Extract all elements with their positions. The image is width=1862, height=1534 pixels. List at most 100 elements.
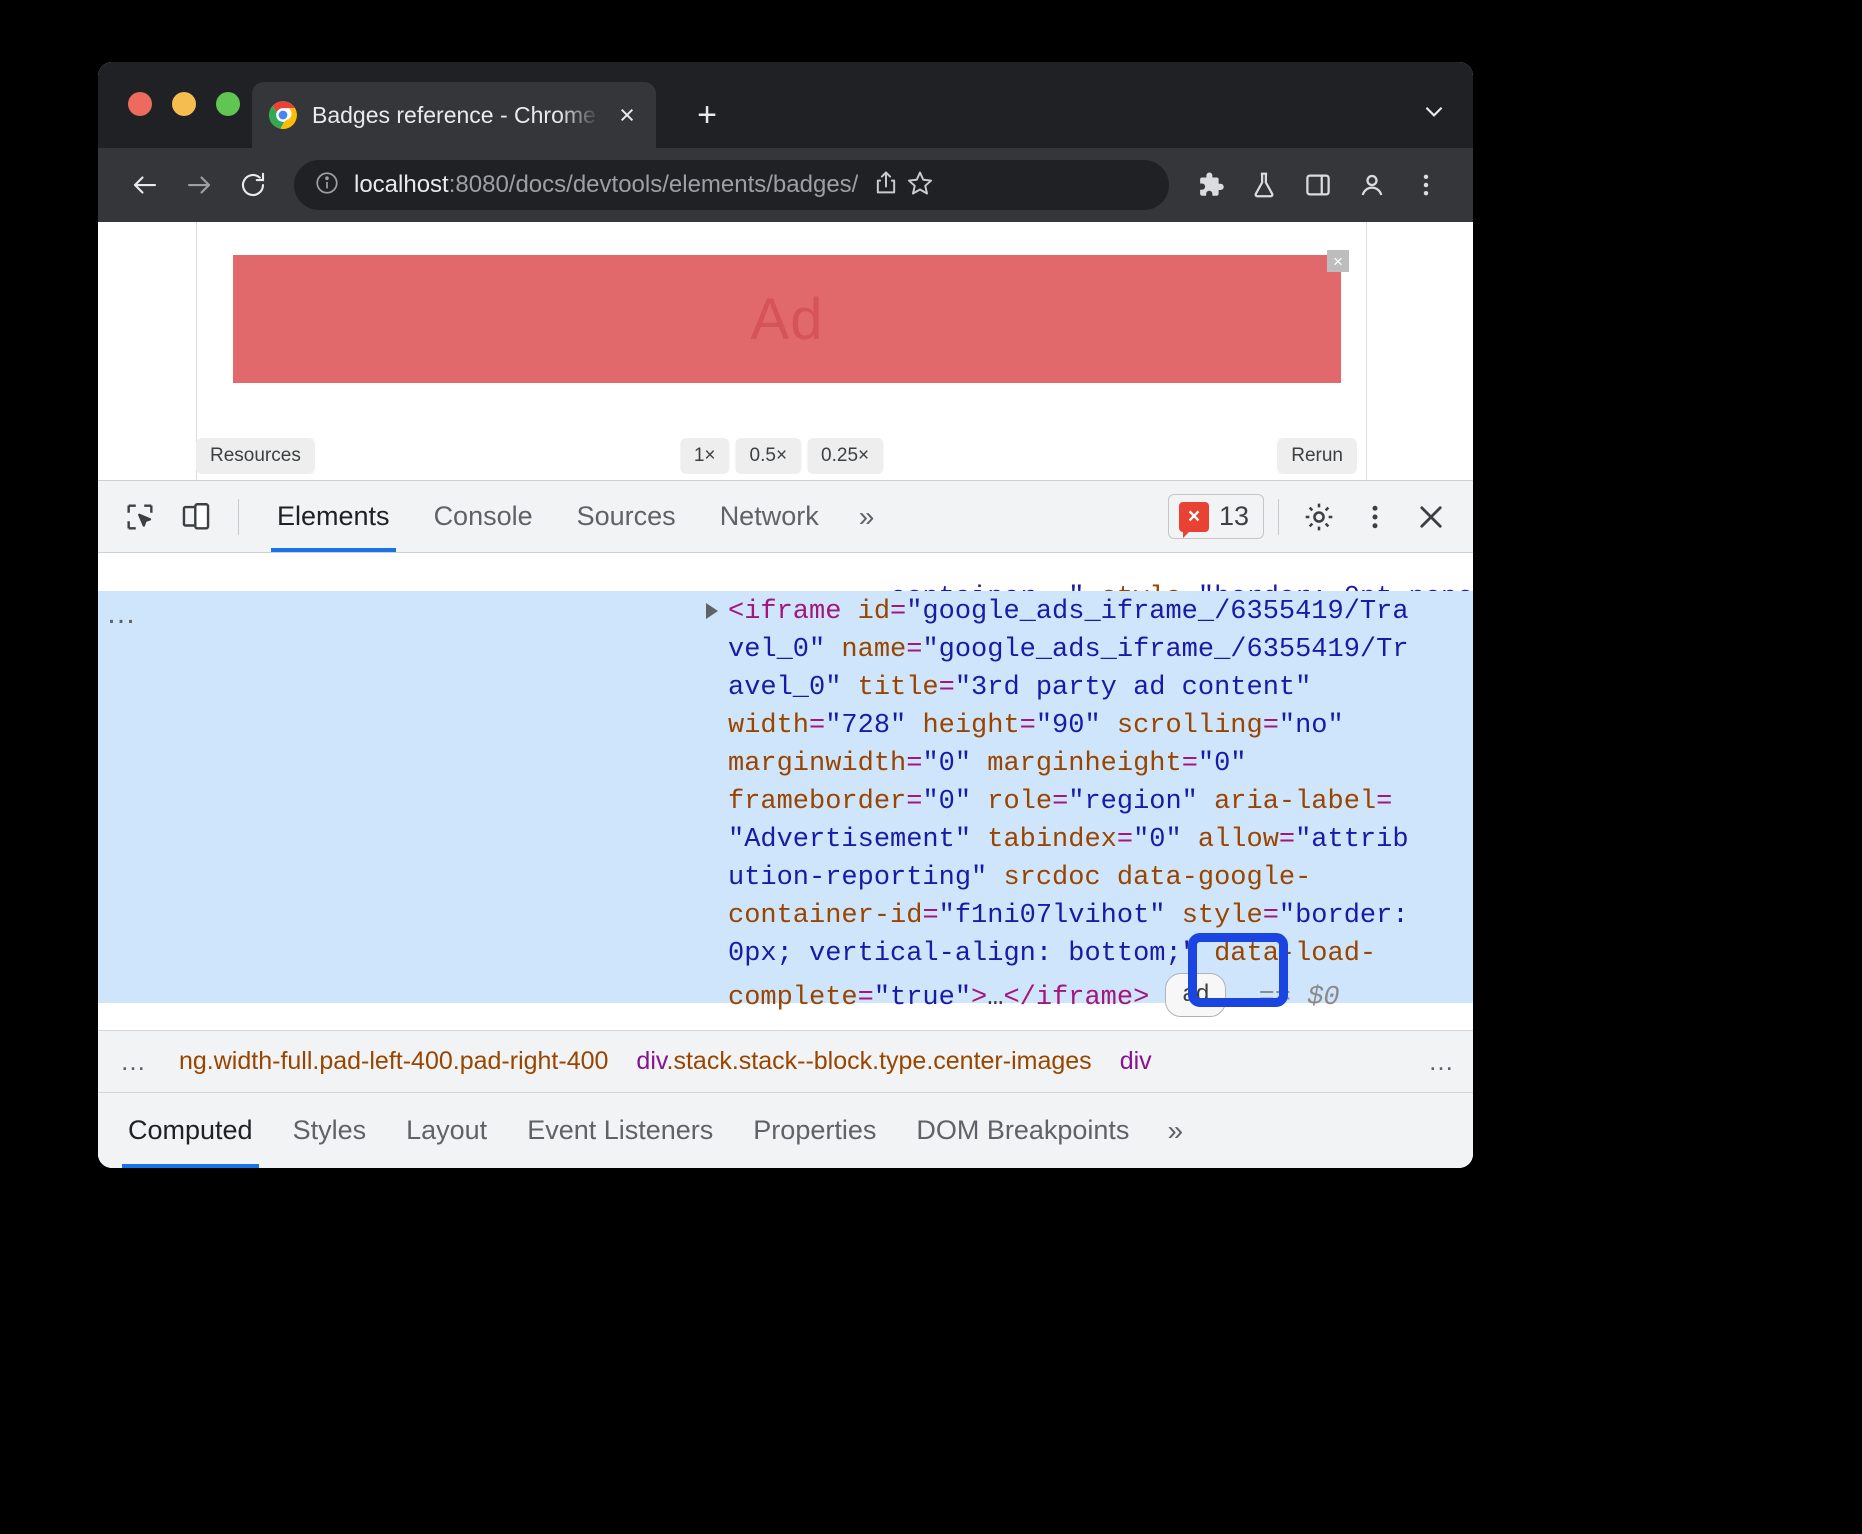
browser-tab[interactable]: Badges reference - Chrome De × xyxy=(252,82,656,148)
toolbar-divider xyxy=(238,499,239,535)
share-icon[interactable] xyxy=(872,169,900,202)
dom-code-line: ution-reporting" srcdoc data-google- xyxy=(728,859,1409,897)
side-panel-icon[interactable] xyxy=(1295,162,1341,208)
new-tab-button[interactable]: + xyxy=(690,98,724,132)
dom-code-line: vel_0" name="google_ads_iframe_/6355419/… xyxy=(728,631,1409,669)
tab-sources[interactable]: Sources xyxy=(555,481,698,552)
dom-code-line: width="728" height="90" scrolling="no" xyxy=(728,707,1409,745)
zoom-1x-button[interactable]: 1× xyxy=(680,438,730,474)
devtools-toolbar-right: × 13 xyxy=(1168,491,1457,543)
error-count-badge[interactable]: × 13 xyxy=(1168,494,1264,539)
error-icon: × xyxy=(1179,502,1209,532)
ad-banner[interactable]: Ad × xyxy=(233,255,1341,383)
browser-window: Badges reference - Chrome De × + xyxy=(98,62,1473,1168)
dom-code-line: avel_0" title="3rd party ad content" xyxy=(728,669,1409,707)
window-controls xyxy=(128,92,240,116)
breadcrumb: … ng.width-full.pad-left-400.pad-right-4… xyxy=(98,1030,1473,1092)
tab-computed[interactable]: Computed xyxy=(108,1093,273,1168)
device-toolbar-icon[interactable] xyxy=(170,491,222,543)
expand-triangle-icon[interactable] xyxy=(706,603,718,619)
breadcrumb-tag-2: div xyxy=(1120,1047,1152,1075)
ad-badge[interactable]: ad xyxy=(1165,973,1226,1017)
ad-preview-controls: Resources 1× 0.5× 0.25× Rerun xyxy=(196,432,1367,480)
page-viewport: Ad × Resources 1× 0.5× 0.25× Rerun xyxy=(98,222,1473,480)
dom-node-markup: <iframe id="google_ads_iframe_/6355419/T… xyxy=(728,593,1409,1017)
chevron-down-icon[interactable] xyxy=(1421,98,1447,124)
reload-icon[interactable] xyxy=(230,162,276,208)
close-ad-button[interactable]: × xyxy=(1327,250,1349,272)
tab-console[interactable]: Console xyxy=(412,481,555,552)
info-circle-icon[interactable] xyxy=(314,170,340,201)
dom-closing-tag[interactable]: </div> xyxy=(728,1005,955,1030)
url-text: localhost:8080/docs/devtools/elements/ba… xyxy=(354,171,858,199)
dom-code-line: marginwidth="0" marginheight="0" xyxy=(728,745,1409,783)
dom-code-line: frameborder="0" role="region" aria-label… xyxy=(728,783,1409,821)
selected-node-marker: == $0 xyxy=(1259,983,1340,1013)
profile-avatar-icon[interactable] xyxy=(1349,162,1395,208)
zoom-05x-button[interactable]: 0.5× xyxy=(736,438,802,474)
breadcrumb-item-0[interactable]: ng.width-full.pad-left-400.pad-right-400 xyxy=(165,1047,622,1076)
dom-line-partial[interactable]: __container__" style="border: 0pt none;"… xyxy=(98,553,1473,591)
ad-label: Ad xyxy=(751,286,824,353)
close-icon[interactable] xyxy=(1405,491,1457,543)
dom-selected-node[interactable]: … <iframe id="google_ads_iframe_/6355419… xyxy=(98,591,1473,1003)
styles-pane-tab-bar: Computed Styles Layout Event Listeners P… xyxy=(98,1092,1473,1168)
dom-code-line: 0px; vertical-align: bottom;" data-load- xyxy=(728,935,1409,973)
kebab-menu-icon[interactable] xyxy=(1403,162,1449,208)
close-window-button[interactable] xyxy=(128,92,152,116)
close-tab-button[interactable]: × xyxy=(614,102,640,129)
tab-title: Badges reference - Chrome De xyxy=(312,102,600,129)
gear-icon[interactable] xyxy=(1293,491,1345,543)
devtools-panel: Elements Console Sources Network » × 13 xyxy=(98,480,1473,1168)
rerun-button[interactable]: Rerun xyxy=(1277,438,1357,474)
star-icon[interactable] xyxy=(906,169,934,202)
tab-elements[interactable]: Elements xyxy=(255,481,412,552)
tab-network[interactable]: Network xyxy=(698,481,841,552)
zoom-025x-button[interactable]: 0.25× xyxy=(807,438,883,474)
tab-styles[interactable]: Styles xyxy=(273,1093,387,1168)
url-path: :8080/docs/devtools/elements/badges/ xyxy=(449,171,859,198)
dom-attr-value: __container__" xyxy=(858,583,1085,591)
dom-left-ellipsis[interactable]: … xyxy=(106,597,139,631)
dom-attr-value-2: "border: 0pt none;" xyxy=(1198,583,1473,591)
resources-button[interactable]: Resources xyxy=(196,438,315,474)
dom-code-line: container-id="f1ni07lvihot" style="borde… xyxy=(728,897,1409,935)
omnibox-actions xyxy=(872,169,934,202)
breadcrumb-tag-1: div xyxy=(636,1047,666,1075)
dom-code-line: "Advertisement" tabindex="0" allow="attr… xyxy=(728,821,1409,859)
devtools-toolbar: Elements Console Sources Network » × 13 xyxy=(98,481,1473,553)
toolbar-divider-2 xyxy=(1278,499,1279,535)
breadcrumb-right-ellipsis[interactable]: … xyxy=(1406,1046,1473,1077)
tab-dom-breakpoints[interactable]: DOM Breakpoints xyxy=(896,1093,1149,1168)
tab-layout[interactable]: Layout xyxy=(386,1093,507,1168)
error-count: 13 xyxy=(1219,501,1249,532)
dom-attr-name: style xyxy=(1101,583,1182,591)
inspect-cursor-icon[interactable] xyxy=(114,491,166,543)
maximize-window-button[interactable] xyxy=(216,92,240,116)
breadcrumb-left-ellipsis[interactable]: … xyxy=(98,1046,165,1077)
back-arrow-icon[interactable] xyxy=(122,162,168,208)
breadcrumb-text-1: .stack.stack--block.type.center-images xyxy=(667,1047,1092,1075)
breadcrumb-item-1[interactable]: div.stack.stack--block.type.center-image… xyxy=(622,1047,1105,1076)
tab-properties[interactable]: Properties xyxy=(733,1093,896,1168)
devtools-tab-bar: Elements Console Sources Network » xyxy=(255,481,892,552)
kebab-menu-icon[interactable] xyxy=(1349,491,1401,543)
more-pane-tabs-icon[interactable]: » xyxy=(1149,1093,1201,1168)
tab-event-listeners[interactable]: Event Listeners xyxy=(507,1093,733,1168)
url-host: localhost xyxy=(354,171,449,198)
labs-flask-icon[interactable] xyxy=(1241,162,1287,208)
chrome-logo-icon xyxy=(268,100,298,130)
more-tabs-chevron-icon[interactable]: » xyxy=(841,481,893,552)
breadcrumb-text-0: ng.width-full.pad-left-400.pad-right-400 xyxy=(179,1047,608,1075)
address-bar[interactable]: localhost:8080/docs/devtools/elements/ba… xyxy=(294,160,1169,210)
minimize-window-button[interactable] xyxy=(172,92,196,116)
extensions-puzzle-icon[interactable] xyxy=(1187,162,1233,208)
forward-arrow-icon[interactable] xyxy=(176,162,222,208)
breadcrumb-item-2[interactable]: div xyxy=(1106,1047,1166,1076)
dom-code-line: <iframe id="google_ads_iframe_/6355419/T… xyxy=(728,593,1409,631)
tab-strip: Badges reference - Chrome De × + xyxy=(98,62,1473,148)
browser-toolbar: localhost:8080/docs/devtools/elements/ba… xyxy=(98,148,1473,222)
browser-action-icons xyxy=(1187,162,1449,208)
zoom-level-group: 1× 0.5× 0.25× xyxy=(680,438,883,474)
dom-tree: __container__" style="border: 0pt none;"… xyxy=(98,553,1473,1030)
